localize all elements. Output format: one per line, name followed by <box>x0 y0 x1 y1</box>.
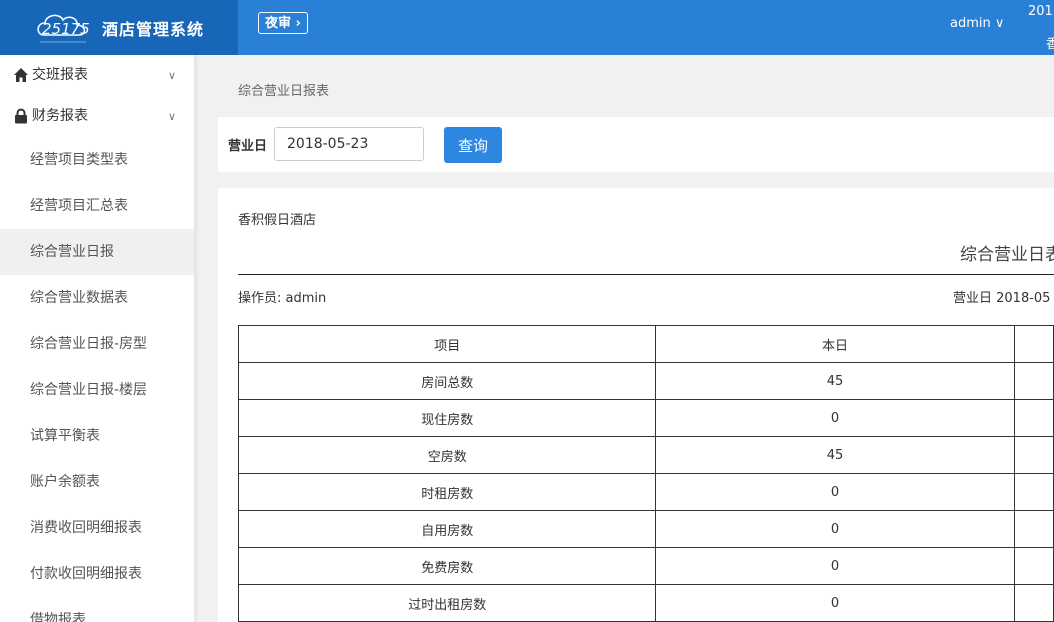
app-title: 酒店管理系统 <box>102 20 205 39</box>
sidebar: 交班报表 ∨ 财务报表 ∨ 经营项目类型表 经营项目汇总表 综合营业日报 综合营… <box>0 55 195 622</box>
table-cell-item: 过时出租房数 <box>237 584 657 622</box>
table-cell <box>1013 510 1054 548</box>
table-cell <box>1013 547 1054 585</box>
table-row: 时租房数 0 <box>237 473 1054 511</box>
breadcrumb: 综合营业日报表 <box>238 84 330 99</box>
sidebar-section-shift-reports[interactable]: 交班报表 ∨ <box>0 55 194 96</box>
table-row: 现住房数 0 <box>237 399 1054 437</box>
table-row: 免费房数 0 <box>237 547 1054 585</box>
column-header <box>1013 325 1054 363</box>
sidebar-item[interactable]: 经营项目类型表 <box>0 137 194 183</box>
sidebar-item[interactable]: 账户余额表 <box>0 459 194 505</box>
report-table: 项目 本日 房间总数 45 现住房数 0 空房数 45 时租房数 0 自用房数 … <box>237 325 1054 622</box>
table-cell-item: 自用房数 <box>237 510 657 548</box>
sidebar-section-label: 财务报表 <box>32 108 88 124</box>
business-date-text: 营业日 2018-05 <box>953 291 1051 306</box>
report-title: 综合营业日表 <box>960 245 1054 265</box>
sidebar-item[interactable]: 综合营业日报-房型 <box>0 321 194 367</box>
table-cell <box>1013 584 1054 622</box>
top-bar: 25175 酒店管理系统 夜审 › admin ∨ 201 香 <box>0 0 1054 55</box>
operator-text: 操作员: admin <box>238 291 327 306</box>
table-row: 过时出租房数 0 <box>237 584 1054 622</box>
business-date-label: 营业日 <box>228 139 268 154</box>
table-cell <box>1013 399 1054 437</box>
lock-icon <box>15 108 27 124</box>
table-cell <box>1013 436 1054 474</box>
hotel-name: 香积假日酒店 <box>238 213 317 228</box>
table-row: 空房数 45 <box>237 436 1054 474</box>
brand-area: 25175 酒店管理系统 <box>0 0 238 55</box>
night-audit-button[interactable]: 夜审 › <box>258 12 308 34</box>
table-row: 房间总数 45 <box>237 362 1054 400</box>
table-header-row: 项目 本日 <box>237 325 1054 363</box>
sidebar-item[interactable]: 试算平衡表 <box>0 413 194 459</box>
sidebar-item[interactable]: 消费收回明细报表 <box>0 505 194 551</box>
table-cell-today: 45 <box>655 362 1015 400</box>
column-header: 本日 <box>655 325 1015 363</box>
logo-cloud-icon: 25175 <box>37 14 90 43</box>
query-button[interactable]: 查询 <box>444 127 502 163</box>
table-row: 自用房数 0 <box>237 510 1054 548</box>
sidebar-item[interactable]: 综合营业日报-楼层 <box>0 367 194 413</box>
table-cell-today: 0 <box>655 399 1015 437</box>
table-cell-item: 免费房数 <box>237 547 657 585</box>
table-cell-today: 0 <box>655 584 1015 622</box>
column-header: 项目 <box>237 325 657 363</box>
svg-text:25175: 25175 <box>42 20 90 38</box>
table-cell-item: 房间总数 <box>237 362 657 400</box>
table-cell-today: 0 <box>655 547 1015 585</box>
table-cell-today: 0 <box>655 473 1015 511</box>
table-cell <box>1013 362 1054 400</box>
header-date-text: 201 <box>1028 4 1053 19</box>
table-cell-item: 时租房数 <box>237 473 657 511</box>
table-cell-today: 0 <box>655 510 1015 548</box>
sidebar-item-active[interactable]: 综合营业日报 <box>0 229 194 275</box>
table-cell <box>1013 473 1054 511</box>
divider <box>238 274 1054 275</box>
report-panel: 香积假日酒店 综合营业日表 操作员: admin 营业日 2018-05 项目 … <box>218 188 1054 622</box>
sidebar-item[interactable]: 经营项目汇总表 <box>0 183 194 229</box>
user-menu[interactable]: admin ∨ <box>950 16 1004 31</box>
header-hotel-text: 香 <box>1046 37 1054 52</box>
query-panel: 营业日 查询 <box>218 117 1054 172</box>
sidebar-section-finance-reports[interactable]: 财务报表 ∨ <box>0 96 194 137</box>
chevron-down-icon: ∨ <box>168 69 177 82</box>
business-date-input[interactable] <box>274 127 424 161</box>
chevron-down-icon: ∨ <box>168 110 177 123</box>
home-icon <box>14 68 28 82</box>
table-cell-item: 现住房数 <box>237 399 657 437</box>
table-cell-today: 45 <box>655 436 1015 474</box>
sidebar-item[interactable]: 付款收回明细报表 <box>0 551 194 597</box>
sidebar-section-label: 交班报表 <box>32 67 88 83</box>
sidebar-item[interactable]: 综合营业数据表 <box>0 275 194 321</box>
table-cell-item: 空房数 <box>237 436 657 474</box>
sidebar-item[interactable]: 借物报表 <box>0 597 194 622</box>
